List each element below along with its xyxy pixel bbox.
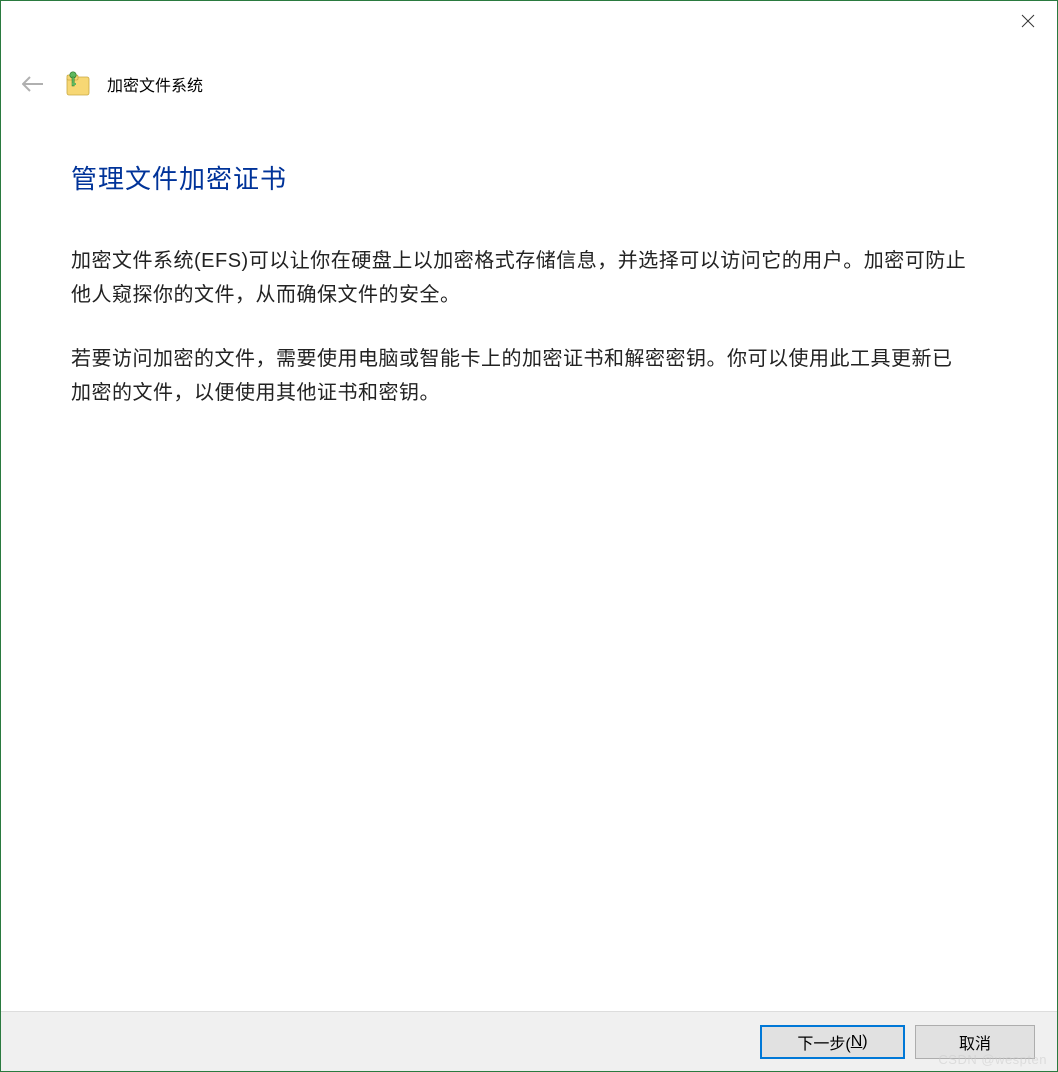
efs-folder-key-icon bbox=[65, 69, 91, 99]
next-button[interactable]: 下一步(N) bbox=[760, 1025, 905, 1059]
wizard-footer: 下一步(N) 取消 bbox=[1, 1011, 1057, 1071]
intro-paragraph-1: 加密文件系统(EFS)可以让你在硬盘上以加密格式存储信息，并选择可以访问它的用户… bbox=[71, 244, 971, 312]
close-icon bbox=[1021, 14, 1035, 28]
cancel-button[interactable]: 取消 bbox=[915, 1025, 1035, 1059]
wizard-header: 加密文件系统 bbox=[1, 49, 1057, 99]
back-button[interactable] bbox=[21, 72, 45, 96]
close-button[interactable] bbox=[1005, 5, 1051, 37]
intro-paragraph-2: 若要访问加密的文件，需要使用电脑或智能卡上的加密证书和解密密钥。你可以使用此工具… bbox=[71, 342, 971, 410]
wizard-content: 管理文件加密证书 加密文件系统(EFS)可以让你在硬盘上以加密格式存储信息，并选… bbox=[1, 99, 1057, 410]
page-heading: 管理文件加密证书 bbox=[71, 159, 987, 196]
app-title: 加密文件系统 bbox=[107, 72, 203, 96]
back-arrow-icon bbox=[22, 76, 44, 92]
titlebar bbox=[1, 1, 1057, 49]
next-button-accel: N bbox=[851, 1033, 863, 1051]
next-button-prefix: 下一步( bbox=[797, 1030, 850, 1054]
next-button-suffix: ) bbox=[862, 1033, 867, 1051]
